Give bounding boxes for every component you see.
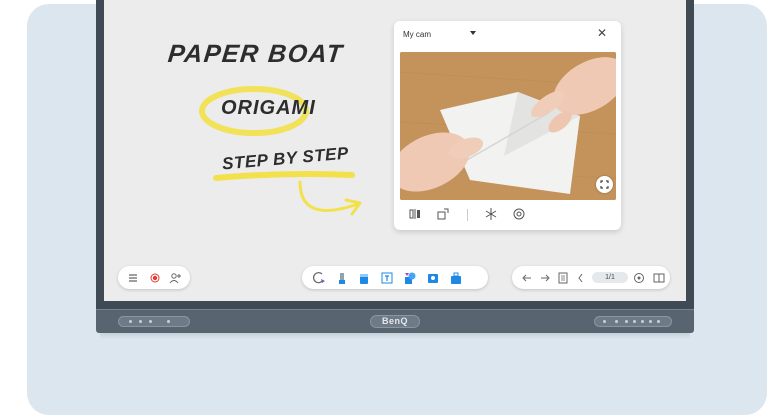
record-icon[interactable] (148, 271, 162, 285)
page-list-icon[interactable] (556, 271, 570, 285)
whiteboard-canvas[interactable]: PAPER BOAT ORIGAMI STEP BY STEP My cam ✕ (104, 0, 686, 301)
layout-icon[interactable] (652, 271, 666, 285)
camera-window[interactable]: My cam ✕ (394, 21, 621, 230)
chevron-left-icon[interactable] (574, 271, 588, 285)
toolbox-icon[interactable] (449, 271, 463, 285)
system-toolbar (118, 266, 190, 289)
whiteboard-title: PAPER BOAT (166, 40, 345, 68)
toolbar-divider (467, 209, 468, 221)
display-shadow (100, 333, 690, 339)
display-bottom-bar: BenQ (96, 309, 694, 333)
lasso-select-icon[interactable] (312, 271, 326, 285)
settings-icon[interactable] (512, 207, 526, 221)
camera-source-select[interactable]: My cam (403, 30, 431, 39)
step-underline (213, 171, 355, 181)
close-icon[interactable]: ✕ (597, 27, 607, 39)
front-ports-right (594, 316, 672, 327)
rotate-icon[interactable] (436, 207, 450, 221)
page-toolbar: 1/1 (512, 266, 670, 289)
whiteboard-subtitle: ORIGAMI (221, 97, 316, 119)
tools-toolbar (302, 266, 488, 289)
menu-icon[interactable] (126, 271, 140, 285)
add-user-icon[interactable] (168, 271, 182, 285)
image-insert-icon[interactable] (426, 271, 440, 285)
shapes-icon[interactable] (403, 271, 417, 285)
fullscreen-button[interactable] (596, 176, 613, 193)
text-box-icon[interactable] (380, 271, 394, 285)
camera-feed (400, 52, 616, 200)
undo-icon[interactable] (520, 271, 534, 285)
arrow-stroke (298, 180, 360, 212)
mirror-icon[interactable] (408, 207, 422, 221)
chevron-down-icon[interactable] (470, 31, 476, 35)
redo-icon[interactable] (538, 271, 552, 285)
front-ports-left (118, 316, 190, 327)
page-indicator[interactable]: 1/1 (592, 272, 628, 283)
add-page-icon[interactable] (632, 271, 646, 285)
eraser-icon[interactable] (357, 271, 371, 285)
pen-icon[interactable] (335, 271, 349, 285)
brand-logo: BenQ (370, 315, 420, 328)
camera-feed-image (400, 52, 616, 200)
freeze-icon[interactable] (484, 207, 498, 221)
expand-icon (600, 180, 609, 189)
